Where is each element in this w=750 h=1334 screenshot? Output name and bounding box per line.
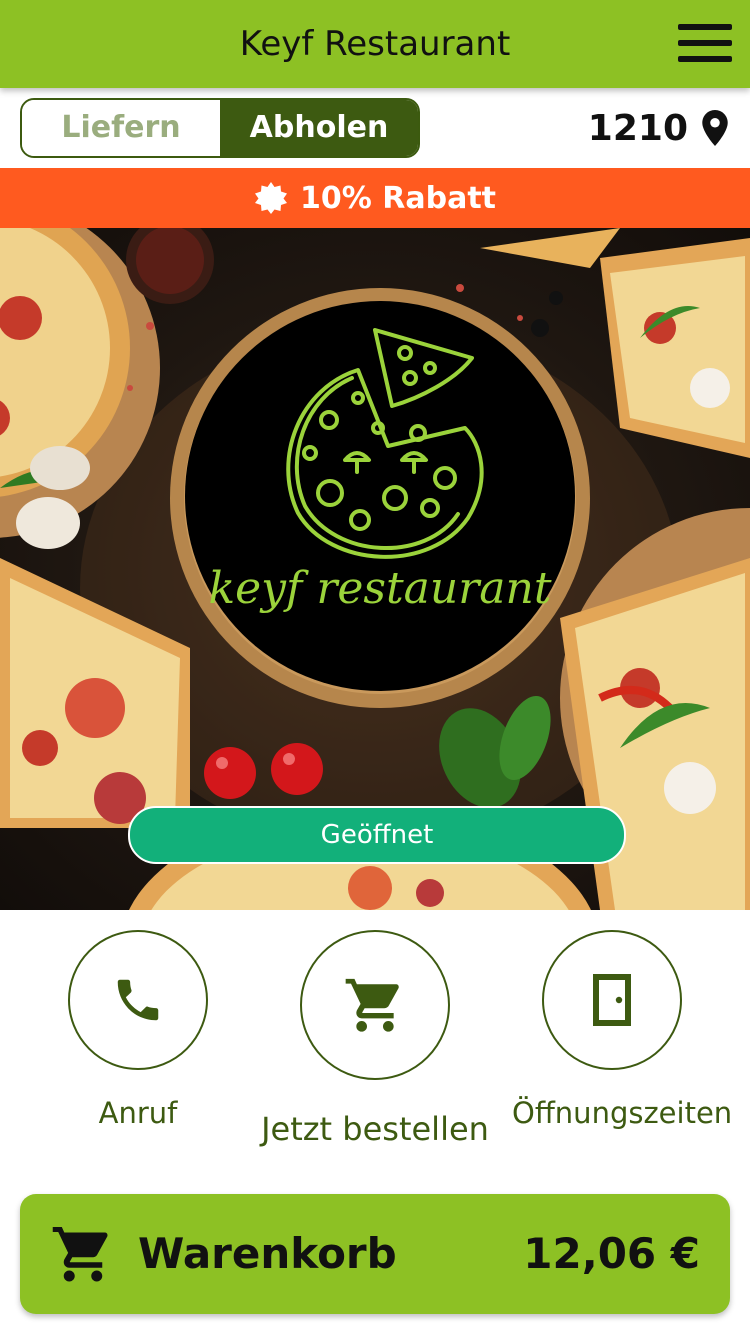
discount-label: 10% Rabatt <box>300 180 496 216</box>
opening-hours-action[interactable]: Öffnungszeiten <box>512 930 733 1130</box>
toggle-option-pickup[interactable]: Abholen <box>220 100 418 156</box>
order-now-label: Jetzt bestellen <box>261 1110 489 1148</box>
restaurant-logo-text: keyf restaurant <box>208 563 552 614</box>
call-button[interactable] <box>68 930 208 1070</box>
open-status-button[interactable]: Geöffnet <box>128 806 626 864</box>
hero-banner: keyf restaurant Geöffnet <box>0 228 750 910</box>
app-header: Keyf Restaurant <box>0 0 750 88</box>
badge-icon <box>255 182 287 214</box>
opening-hours-button[interactable] <box>542 930 682 1070</box>
hamburger-menu-icon[interactable] <box>678 24 732 62</box>
page-title: Keyf Restaurant <box>239 24 511 64</box>
location-pin-icon <box>702 110 728 146</box>
cart-label: Warenkorb <box>138 1229 397 1278</box>
order-now-action[interactable]: Jetzt bestellen <box>258 930 492 1148</box>
door-icon <box>593 974 631 1026</box>
location-selector[interactable]: 1210 <box>588 104 728 152</box>
cart-icon <box>52 1226 108 1282</box>
order-mode-toggle: Liefern Abholen <box>20 98 420 158</box>
cart-icon <box>345 978 399 1032</box>
order-now-button[interactable] <box>300 930 450 1080</box>
zip-code: 1210 <box>587 107 688 149</box>
toggle-option-delivery[interactable]: Liefern <box>22 100 220 156</box>
call-label: Anruf <box>98 1096 178 1130</box>
opening-hours-label: Öffnungszeiten <box>512 1096 733 1130</box>
cart-total: 12,06 € <box>523 1229 700 1278</box>
discount-banner[interactable]: 10% Rabatt <box>0 168 750 228</box>
call-action[interactable]: Anruf <box>58 930 218 1130</box>
cart-bar[interactable]: Warenkorb 12,06 € <box>20 1194 730 1314</box>
phone-icon <box>117 979 159 1021</box>
